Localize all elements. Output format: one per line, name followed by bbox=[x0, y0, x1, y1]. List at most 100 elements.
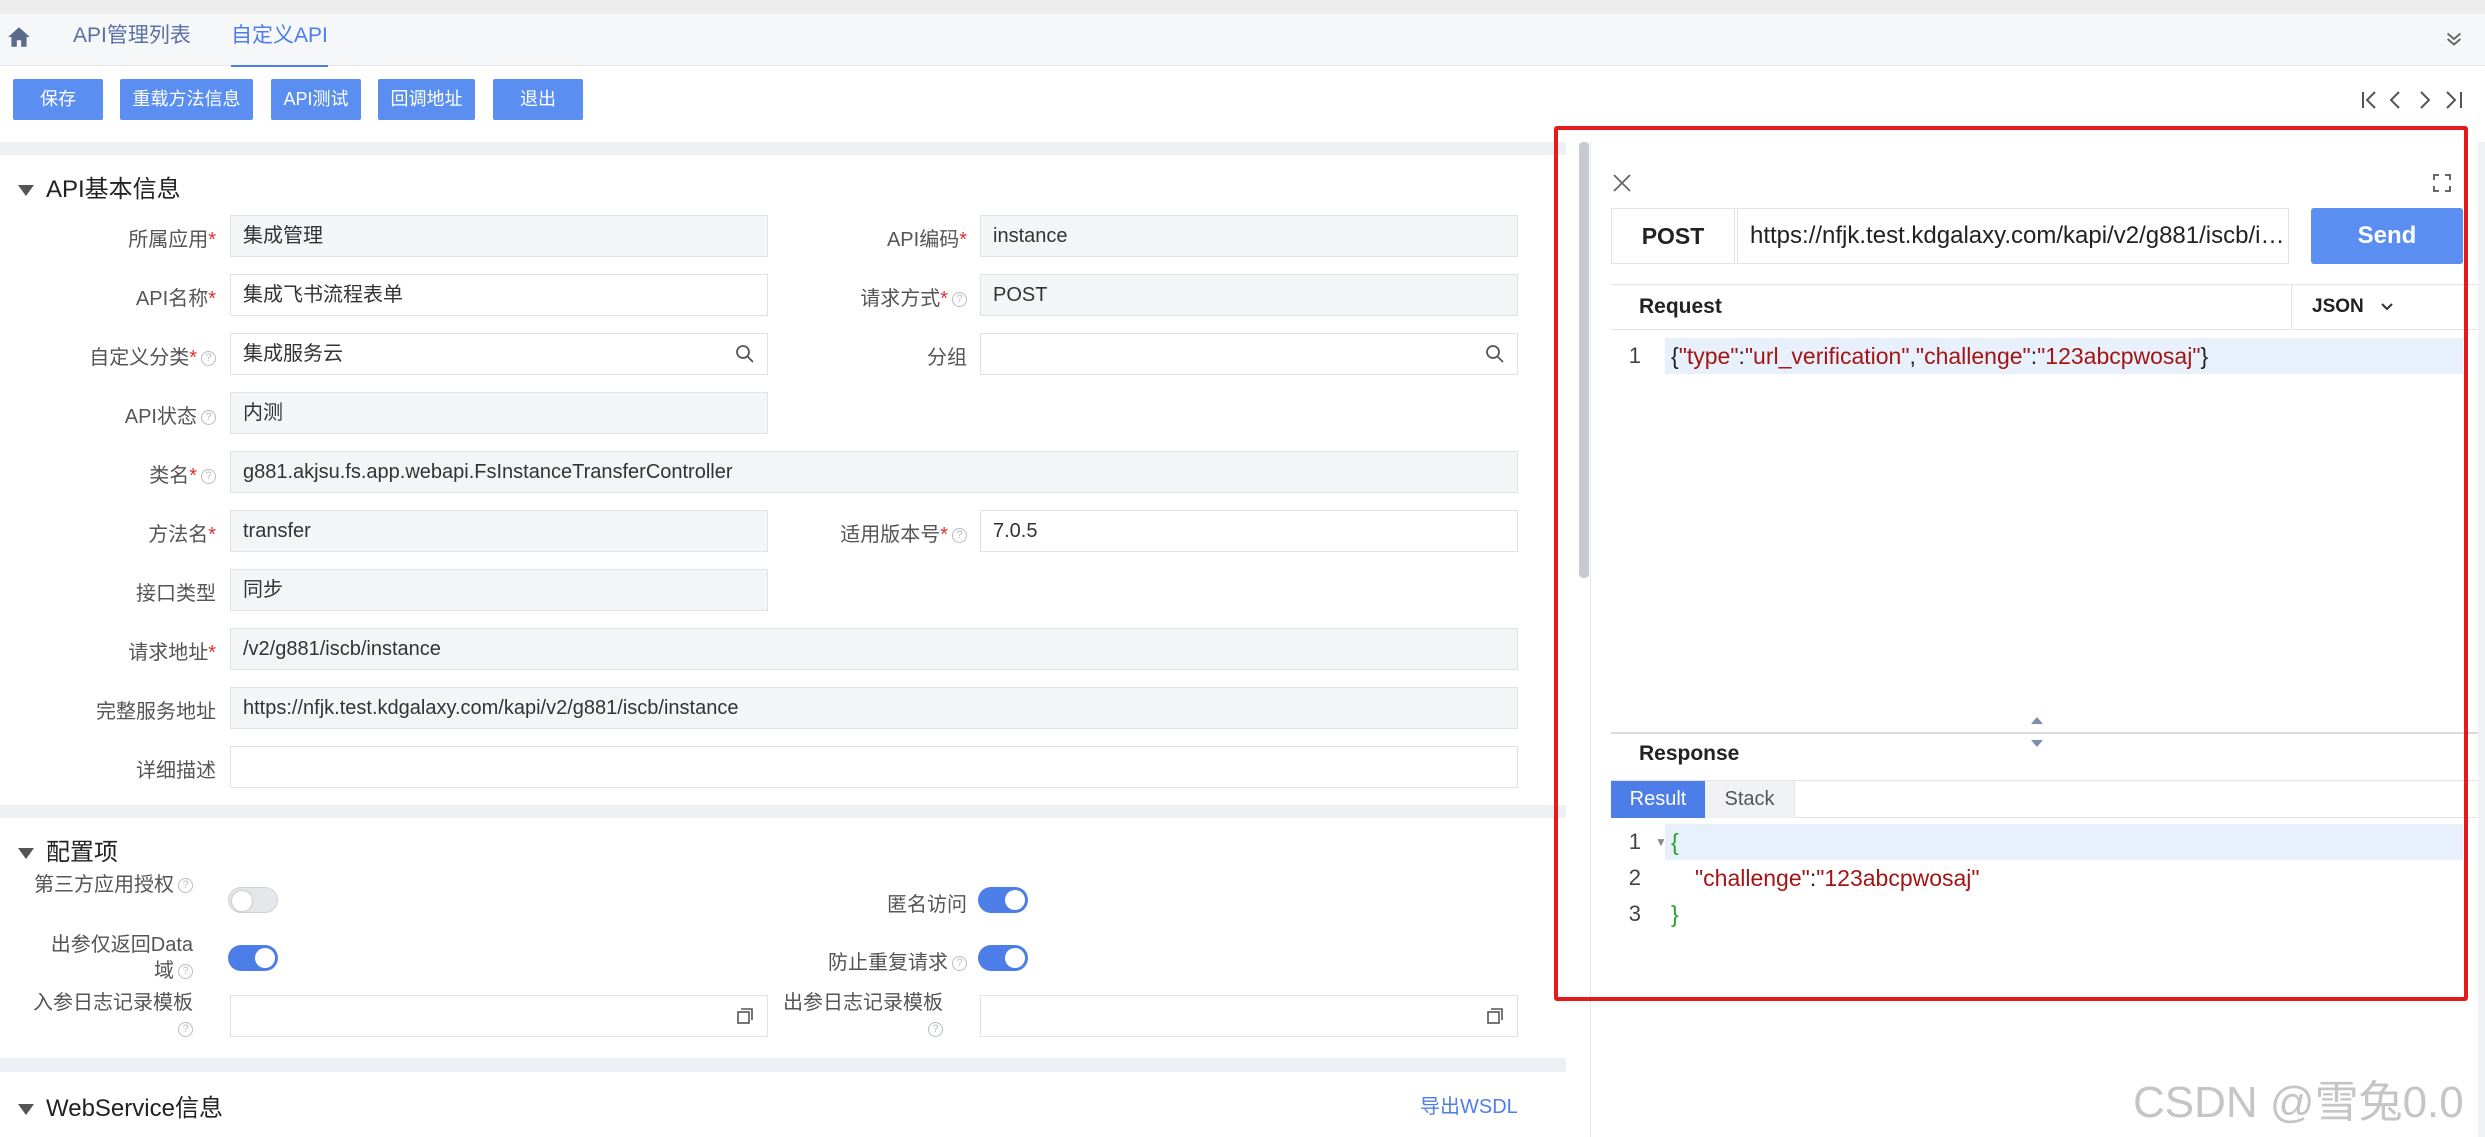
save-button[interactable]: 保存 bbox=[13, 79, 103, 120]
code-label: API编码* bbox=[886, 229, 967, 251]
help-icon[interactable]: ? bbox=[178, 964, 193, 980]
config-title[interactable]: 配置项 bbox=[18, 832, 118, 867]
request-label: Request bbox=[1639, 295, 1722, 318]
response-tabs: Result Stack bbox=[1611, 780, 2485, 818]
data-only-label: 出参仅返回Data域? bbox=[50, 934, 193, 982]
collapse-icon bbox=[18, 185, 34, 197]
category-value: 集成服务云 bbox=[243, 343, 343, 365]
desc-field[interactable] bbox=[230, 746, 1518, 788]
iface-label: 接口类型 bbox=[136, 583, 216, 605]
exit-button[interactable]: 退出 bbox=[493, 79, 583, 120]
export-wsdl-link[interactable]: 导出WSDL bbox=[1420, 1090, 1518, 1119]
help-icon[interactable]: ? bbox=[201, 351, 216, 367]
format-value: JSON bbox=[2312, 296, 2364, 317]
copy-icon[interactable] bbox=[1485, 1006, 1505, 1026]
path-label: 请求地址* bbox=[128, 642, 216, 664]
method-field[interactable]: POST bbox=[980, 274, 1518, 316]
help-icon[interactable]: ? bbox=[928, 1022, 943, 1038]
help-icon[interactable]: ? bbox=[178, 1022, 193, 1038]
help-icon[interactable]: ? bbox=[952, 292, 967, 308]
class-field[interactable]: g881.akjsu.fs.app.webapi.FsInstanceTrans… bbox=[230, 451, 1518, 493]
full-url-label: 完整服务地址 bbox=[96, 701, 216, 723]
help-icon[interactable]: ? bbox=[952, 956, 967, 972]
copy-icon[interactable] bbox=[735, 1006, 755, 1026]
watermark: CSDN @雪兔0.0 bbox=[2133, 1078, 2464, 1127]
chevron-down-icon bbox=[2381, 303, 2393, 311]
basic-info-section: API基本信息 所属应用* 集成管理 API编码* instance API名称… bbox=[0, 155, 1566, 805]
code-field[interactable]: instance bbox=[980, 215, 1518, 257]
name-label: API名称* bbox=[135, 288, 216, 310]
line-number: 2 bbox=[1628, 865, 1641, 890]
name-field[interactable]: 集成飞书流程表单 bbox=[230, 274, 768, 316]
response-code-text: "challenge":"123abcpwosaj" bbox=[1695, 865, 1980, 891]
tab-stack[interactable]: Stack bbox=[1705, 781, 1795, 818]
path-field[interactable]: /v2/g881/iscb/instance bbox=[230, 628, 1518, 670]
full-url-field[interactable]: https://nfjk.test.kdgalaxy.com/kapi/v2/g… bbox=[230, 687, 1518, 729]
help-icon[interactable]: ? bbox=[201, 469, 216, 485]
callback-url-button[interactable]: 回调地址 bbox=[378, 79, 475, 120]
data-only-toggle[interactable] bbox=[228, 945, 278, 971]
iface-field[interactable]: 同步 bbox=[230, 569, 768, 611]
out-log-label: 出参日志记录模板? bbox=[783, 992, 943, 1038]
form-scrollbar[interactable] bbox=[1579, 142, 1589, 578]
help-icon[interactable]: ? bbox=[201, 410, 216, 426]
code-line: 1 {"type":"url_verification","challenge"… bbox=[1611, 338, 2485, 374]
expand-icon[interactable] bbox=[2431, 172, 2453, 194]
request-header: Request JSON bbox=[1611, 284, 2485, 330]
third-party-label: 第三方应用授权? bbox=[33, 872, 193, 898]
anonymous-toggle[interactable] bbox=[978, 887, 1028, 913]
resize-icon[interactable] bbox=[2029, 714, 2045, 750]
tab-api-list[interactable]: API管理列表 bbox=[73, 24, 191, 68]
app-field[interactable]: 集成管理 bbox=[230, 215, 768, 257]
help-icon[interactable]: ? bbox=[952, 528, 967, 544]
search-icon[interactable] bbox=[1485, 344, 1505, 364]
out-log-field[interactable] bbox=[980, 995, 1518, 1037]
category-field[interactable]: 集成服务云 bbox=[230, 333, 768, 375]
pager-icons[interactable] bbox=[2359, 89, 2469, 111]
top-tab-bar: API管理列表 自定义API bbox=[0, 0, 2485, 68]
collapse-icon bbox=[18, 1104, 34, 1116]
close-icon[interactable] bbox=[1611, 172, 1633, 194]
home-icon[interactable] bbox=[6, 24, 32, 50]
version-field[interactable]: 7.0.5 bbox=[980, 510, 1518, 552]
search-icon[interactable] bbox=[735, 344, 755, 364]
toolbar: 保存 重载方法信息 API测试 回调地址 退出 bbox=[0, 67, 2485, 143]
category-label: 自定义分类*? bbox=[89, 341, 216, 370]
response-label: Response bbox=[1639, 742, 1740, 765]
chevron-down-icon[interactable] bbox=[2443, 28, 2465, 50]
brace-close: } bbox=[1671, 901, 1679, 927]
format-select[interactable]: JSON bbox=[2291, 285, 2485, 329]
webservice-title[interactable]: WebService信息 bbox=[18, 1088, 223, 1123]
third-party-toggle[interactable] bbox=[228, 887, 278, 913]
anonymous-label: 匿名访问 bbox=[887, 894, 967, 916]
reload-method-button[interactable]: 重载方法信息 bbox=[120, 79, 253, 120]
code-line: 3 } bbox=[1611, 896, 2485, 932]
request-url-input[interactable]: https://nfjk.test.kdgalaxy.com/kapi/v2/g… bbox=[1737, 208, 2289, 264]
panel-divider[interactable] bbox=[1611, 732, 2485, 734]
line-number: 1 bbox=[1628, 829, 1641, 854]
group-field[interactable] bbox=[980, 333, 1518, 375]
code-line: 1 ▼ { bbox=[1611, 824, 2485, 860]
tab-custom-api[interactable]: 自定义API bbox=[231, 24, 328, 68]
send-button[interactable]: Send bbox=[2311, 208, 2463, 264]
func-field[interactable]: transfer bbox=[230, 510, 768, 552]
no-duplicate-toggle[interactable] bbox=[978, 945, 1028, 971]
api-test-panel: POST https://nfjk.test.kdgalaxy.com/kapi… bbox=[1590, 142, 2485, 1137]
func-label: 方法名* bbox=[148, 524, 216, 546]
api-test-button[interactable]: API测试 bbox=[271, 79, 361, 120]
config-section: 配置项 第三方应用授权? 匿名访问 出参仅返回Data域? 防止重复请求? 入参… bbox=[0, 818, 1566, 1058]
help-icon[interactable]: ? bbox=[178, 878, 193, 894]
line-highlight bbox=[1665, 824, 2463, 860]
collapse-icon bbox=[18, 848, 34, 860]
in-log-field[interactable] bbox=[230, 995, 768, 1037]
http-method-select[interactable]: POST bbox=[1611, 208, 1735, 264]
tab-result[interactable]: Result bbox=[1611, 781, 1705, 818]
status-field[interactable]: 内测 bbox=[230, 392, 768, 434]
in-log-label: 入参日志记录模板? bbox=[33, 992, 193, 1038]
response-viewer[interactable]: 1 ▼ { 2 "challenge":"123abcpwosaj" 3 } bbox=[1611, 824, 2485, 1024]
panel-scrollbar[interactable] bbox=[2478, 142, 2485, 1137]
request-editor[interactable]: 1 {"type":"url_verification","challenge"… bbox=[1611, 330, 2485, 730]
no-duplicate-label: 防止重复请求? bbox=[828, 946, 967, 975]
toggle-knob bbox=[255, 948, 275, 968]
basic-info-title[interactable]: API基本信息 bbox=[18, 169, 181, 204]
